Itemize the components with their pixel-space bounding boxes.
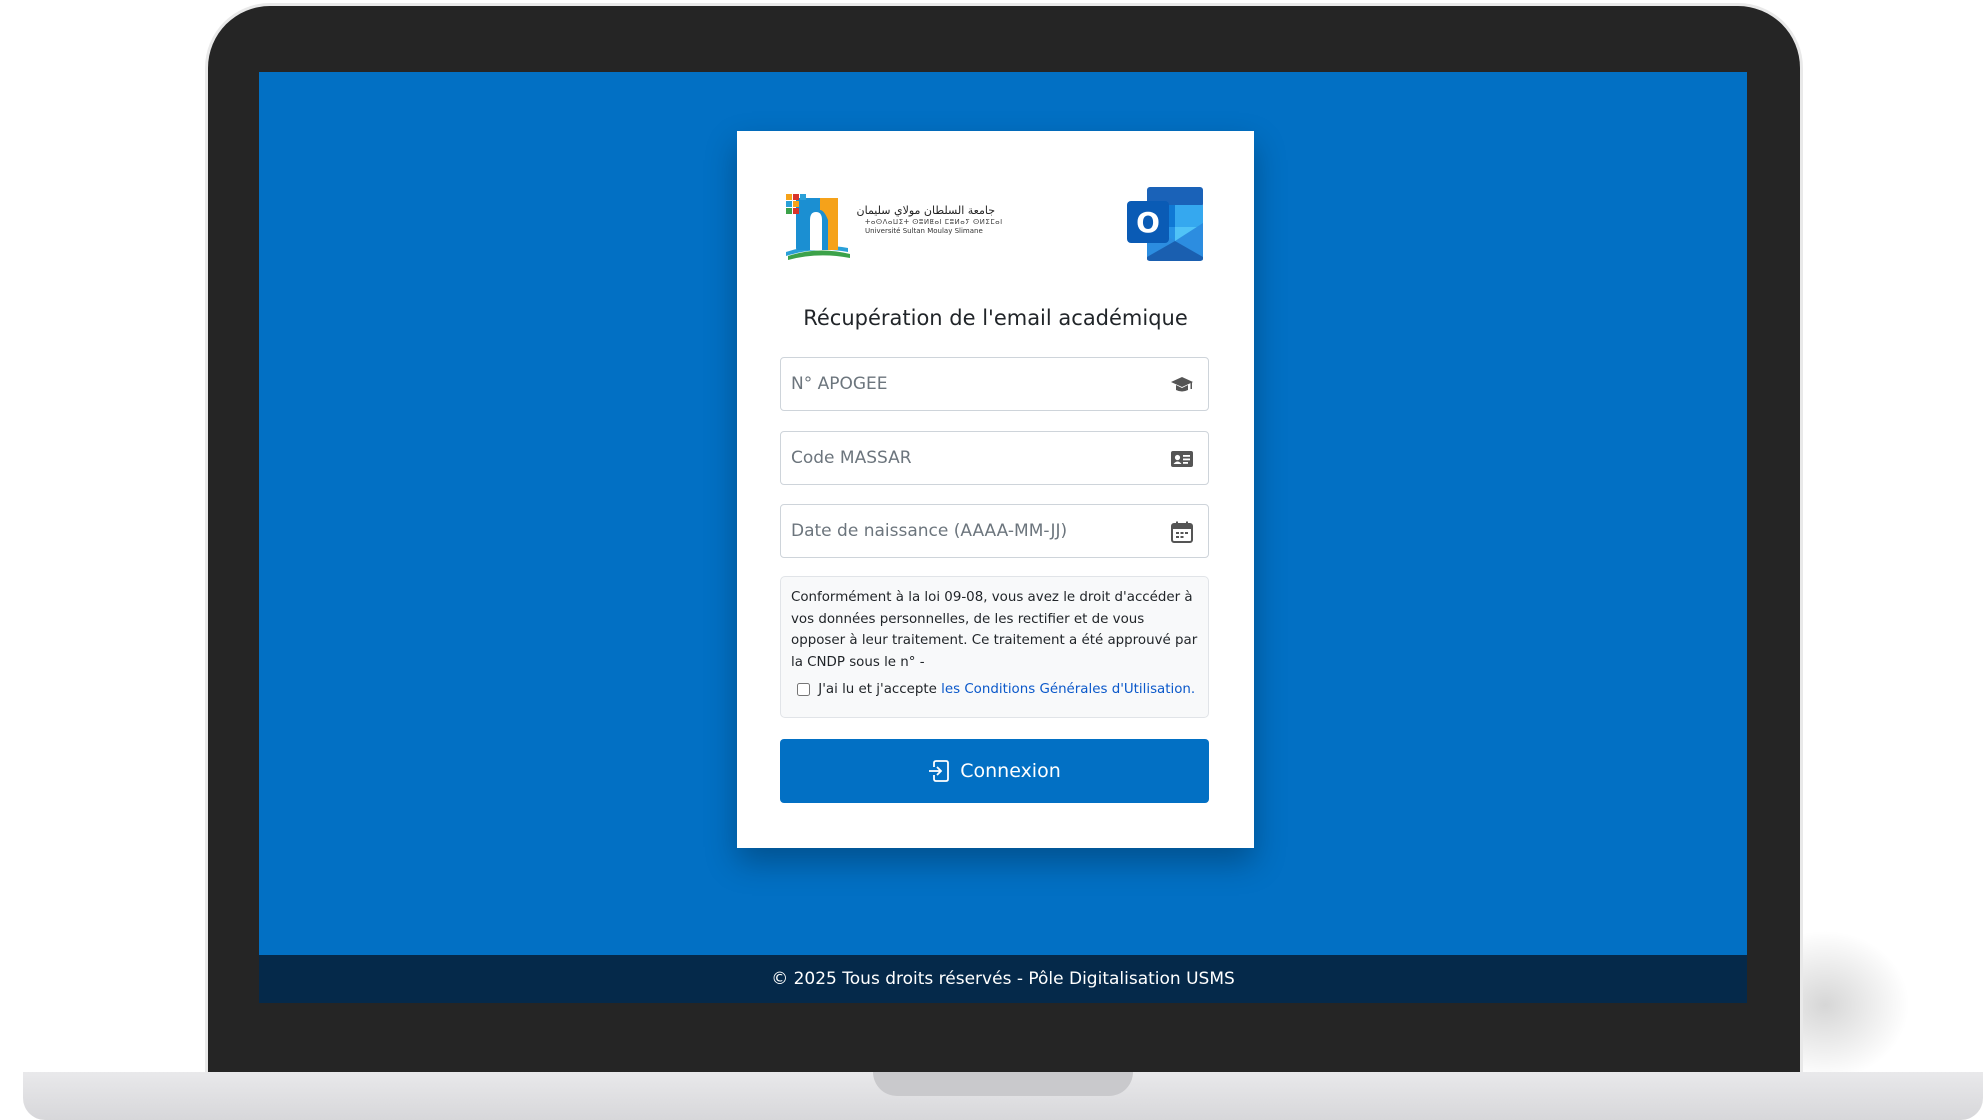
university-name-tifinagh: ⵜⴰⵙⴷⴰⵡⵉⵜ ⵙⵓⵍⵟⴰⵏ ⵎⵓⵍⴰⵢ ⵙⵍⵉⵎⴰⵏ bbox=[865, 218, 1003, 226]
sign-in-icon bbox=[929, 760, 950, 782]
privacy-notice-text: Conformément à la loi 09-08, vous avez l… bbox=[791, 590, 1198, 670]
laptop-base-notch bbox=[873, 1072, 1133, 1096]
outlook-icon: O bbox=[1127, 187, 1203, 261]
graduation-cap-icon bbox=[1171, 377, 1193, 392]
university-name-french: Université Sultan Moulay Slimane bbox=[865, 227, 983, 235]
birthdate-field bbox=[780, 504, 1209, 558]
connexion-button-label: Connexion bbox=[960, 760, 1061, 782]
outlook-logo: O bbox=[1127, 183, 1211, 265]
massar-field bbox=[780, 431, 1209, 485]
university-emblem-icon bbox=[786, 194, 850, 260]
connexion-button[interactable]: Connexion bbox=[780, 739, 1209, 803]
terms-row: J'ai lu et j'accepte les Conditions Géné… bbox=[797, 682, 1207, 704]
calendar-icon bbox=[1171, 521, 1193, 543]
login-card: جامعة السلطان مولاي سليمان ⵜⴰⵙⴷⴰⵡⵉⵜ ⵙⵓⵍⵟ… bbox=[737, 131, 1254, 848]
privacy-notice: Conformément à la loi 09-08, vous avez l… bbox=[780, 576, 1209, 718]
apogee-input[interactable] bbox=[781, 358, 1208, 410]
terms-label: J'ai lu et j'accepte bbox=[818, 682, 937, 697]
footer: © 2025 Tous droits réservés - Pôle Digit… bbox=[259, 955, 1747, 1003]
footer-text: © 2025 Tous droits réservés - Pôle Digit… bbox=[771, 969, 1235, 989]
terms-checkbox[interactable] bbox=[797, 683, 810, 696]
svg-text:O: O bbox=[1136, 206, 1160, 239]
birthdate-input[interactable] bbox=[781, 505, 1208, 557]
apogee-field bbox=[780, 357, 1209, 411]
university-name-arabic: جامعة السلطان مولاي سليمان bbox=[856, 204, 995, 217]
screen: جامعة السلطان مولاي سليمان ⵜⴰⵙⴷⴰⵡⵉⵜ ⵙⵓⵍⵟ… bbox=[259, 72, 1747, 1003]
page-title: Récupération de l'email académique bbox=[803, 306, 1188, 330]
university-logo: جامعة السلطان مولاي سليمان ⵜⴰⵙⴷⴰⵡⵉⵜ ⵙⵓⵍⵟ… bbox=[782, 190, 1002, 260]
university-name: جامعة السلطان مولاي سليمان ⵜⴰⵙⴷⴰⵡⵉⵜ ⵙⵓⵍⵟ… bbox=[856, 204, 1003, 236]
id-card-icon bbox=[1171, 451, 1193, 467]
terms-link[interactable]: les Conditions Générales d'Utilisation. bbox=[941, 682, 1195, 697]
massar-input[interactable] bbox=[781, 432, 1208, 484]
